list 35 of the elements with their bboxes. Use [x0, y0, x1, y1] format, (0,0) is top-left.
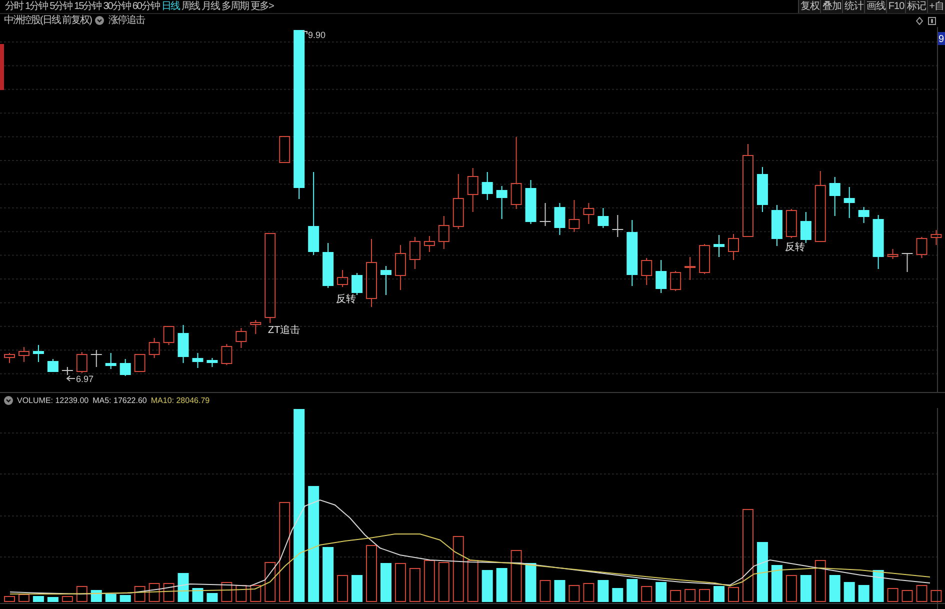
- toolbar-button[interactable]: 叠加: [820, 0, 842, 13]
- toolbar-button[interactable]: 画线: [864, 0, 886, 13]
- high-price-label: 9.90: [308, 30, 326, 40]
- period-tab[interactable]: 5分钟: [50, 0, 72, 12]
- signal-label: ZT追击: [268, 325, 300, 336]
- toolbar-button[interactable]: F10: [886, 0, 906, 13]
- more-menu-button[interactable]: 更多>: [250, 0, 274, 12]
- period-tab[interactable]: 日线: [162, 0, 180, 12]
- diamond-icon[interactable]: [916, 16, 923, 24]
- stock-title: 中洲控股(日线 前复权): [4, 14, 92, 26]
- toolbar-button[interactable]: 标记: [905, 0, 928, 13]
- period-tab[interactable]: 月线: [202, 0, 220, 12]
- moving-average-reading: MA5: 17622.60: [92, 396, 147, 406]
- leader-line: [302, 31, 308, 34]
- chevron-circle-icon[interactable]: [95, 16, 104, 25]
- period-tab[interactable]: 周线: [182, 0, 200, 12]
- leader-arrow: [66, 376, 76, 382]
- period-tab[interactable]: 分时: [5, 0, 23, 12]
- indicator-name[interactable]: 涨停追击: [108, 14, 144, 26]
- price-axis-label: 9: [938, 32, 945, 45]
- toolbar-button[interactable]: 统计: [842, 0, 864, 13]
- signal-label: 反转: [785, 242, 805, 253]
- chevron-circle-icon[interactable]: [4, 396, 13, 405]
- period-tab[interactable]: 15分钟: [74, 0, 102, 12]
- toolbar-button[interactable]: +自: [927, 0, 945, 13]
- period-tab[interactable]: 多周期: [222, 0, 248, 12]
- period-tab[interactable]: 1分钟: [25, 0, 48, 12]
- signal-label: 反转: [336, 294, 356, 305]
- volume-reading: VOLUME: 12239.00: [17, 396, 89, 406]
- toolbar-button[interactable]: 复权: [798, 0, 820, 13]
- moving-average-reading: MA10: 28046.79: [150, 396, 210, 406]
- period-tab[interactable]: 60分钟: [132, 0, 160, 12]
- panel-icon[interactable]: [928, 16, 936, 24]
- period-tab[interactable]: 30分钟: [103, 0, 130, 12]
- low-price-label: 6.97: [76, 374, 94, 384]
